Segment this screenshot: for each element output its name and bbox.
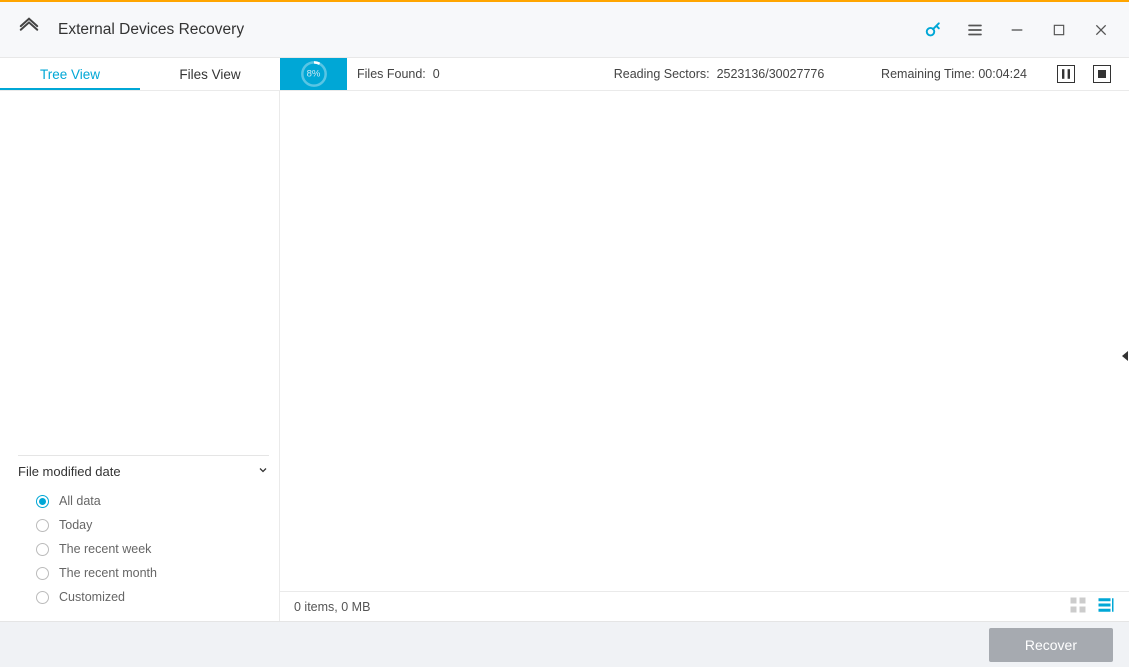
stop-button[interactable] bbox=[1093, 65, 1111, 83]
slide-handle[interactable] bbox=[1118, 346, 1129, 366]
list-view-icon[interactable] bbox=[1097, 596, 1115, 617]
radio-icon bbox=[36, 567, 49, 580]
maximize-button[interactable] bbox=[1049, 20, 1069, 40]
radio-icon bbox=[36, 495, 49, 508]
tab-files-view[interactable]: Files View bbox=[140, 58, 280, 90]
remaining-time-status: Remaining Time: 00:04:24 bbox=[881, 67, 1057, 81]
recover-button[interactable]: Recover bbox=[989, 628, 1113, 662]
radio-icon bbox=[36, 543, 49, 556]
reading-sectors-status: Reading Sectors: 2523136/30027776 bbox=[557, 67, 881, 81]
scan-progress: 8% bbox=[280, 58, 347, 90]
page-title: External Devices Recovery bbox=[58, 21, 244, 39]
filter-option-label: The recent month bbox=[59, 566, 157, 580]
sidebar: File modified date All data Today The rece… bbox=[0, 91, 280, 621]
filter-option-label: The recent week bbox=[59, 542, 151, 556]
items-summary: 0 items, 0 MB bbox=[294, 600, 370, 614]
filter-option-label: Customized bbox=[59, 590, 125, 604]
filter-option[interactable]: The recent week bbox=[18, 537, 269, 561]
filter-option[interactable]: All data bbox=[18, 489, 269, 513]
progress-percent: 8% bbox=[307, 69, 321, 80]
tabs-row: Tree View Files View 8% Files Found: 0 R… bbox=[0, 58, 1129, 91]
home-icon[interactable] bbox=[18, 16, 40, 43]
radio-icon bbox=[36, 519, 49, 532]
key-icon[interactable] bbox=[923, 20, 943, 40]
filter-option[interactable]: The recent month bbox=[18, 561, 269, 585]
minimize-button[interactable] bbox=[1007, 20, 1027, 40]
chevron-down-icon bbox=[257, 464, 269, 479]
close-button[interactable] bbox=[1091, 20, 1111, 40]
files-found-status: Files Found: 0 bbox=[357, 67, 557, 81]
bottom-bar: Recover bbox=[0, 621, 1129, 667]
menu-icon[interactable] bbox=[965, 20, 985, 40]
pause-button[interactable] bbox=[1057, 65, 1075, 83]
filter-option-label: Today bbox=[59, 518, 92, 532]
radio-icon bbox=[36, 591, 49, 604]
filter-header[interactable]: File modified date bbox=[18, 455, 269, 485]
filter-option-label: All data bbox=[59, 494, 101, 508]
titlebar: External Devices Recovery bbox=[0, 2, 1129, 58]
filter-option[interactable]: Customized bbox=[18, 585, 269, 609]
filter-option[interactable]: Today bbox=[18, 513, 269, 537]
tab-tree-view[interactable]: Tree View bbox=[0, 58, 140, 90]
content-area: 0 items, 0 MB bbox=[280, 91, 1129, 621]
grid-view-icon[interactable] bbox=[1069, 596, 1087, 617]
